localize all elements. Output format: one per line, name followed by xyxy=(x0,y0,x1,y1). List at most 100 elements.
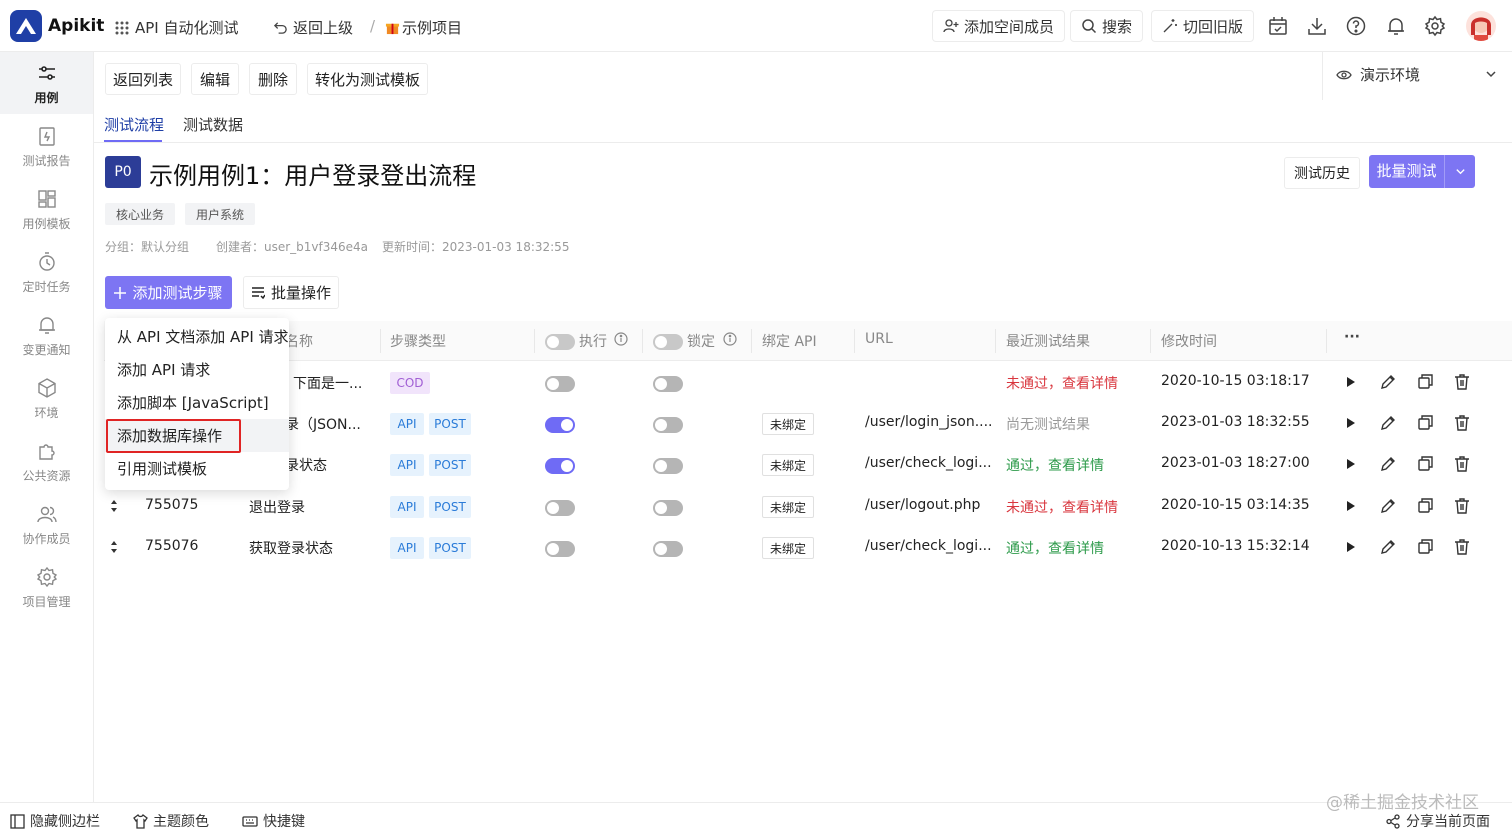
bind-api-badge[interactable]: 未绑定 xyxy=(762,537,814,559)
edit-icon[interactable] xyxy=(1379,455,1397,473)
tab-test-data[interactable]: 测试数据 xyxy=(183,114,243,135)
test-history-button[interactable]: 测试历史 xyxy=(1284,157,1360,189)
edit-icon[interactable] xyxy=(1379,538,1397,556)
batch-test-label[interactable]: 批量测试 xyxy=(1369,155,1445,188)
exec-toggle[interactable] xyxy=(545,458,575,474)
lock-toggle[interactable] xyxy=(653,500,683,516)
sidebar-item-environment[interactable]: 环境 xyxy=(0,367,93,429)
download-icon[interactable] xyxy=(1306,15,1328,37)
trash-icon[interactable] xyxy=(1453,455,1471,473)
user-avatar[interactable] xyxy=(1466,11,1496,41)
exec-toggle[interactable] xyxy=(545,541,575,557)
tag: 用户系统 xyxy=(185,203,255,225)
copy-icon[interactable] xyxy=(1416,538,1434,556)
trash-icon[interactable] xyxy=(1453,414,1471,432)
method-badge: POST xyxy=(429,537,471,559)
menu-item-use-template[interactable]: 引用测试模板 xyxy=(105,452,289,485)
menu-item-add-script[interactable]: 添加脚本 [JavaScript] xyxy=(105,386,289,419)
lock-toggle[interactable] xyxy=(653,376,683,392)
test-result-link[interactable]: 未通过，查看详情 xyxy=(1006,497,1118,517)
run-icon[interactable] xyxy=(1342,373,1360,391)
module-switcher[interactable]: API 自动化测试 xyxy=(115,17,239,38)
exec-toggle[interactable] xyxy=(545,376,575,392)
bind-api-badge[interactable]: 未绑定 xyxy=(762,454,814,476)
run-icon[interactable] xyxy=(1342,497,1360,515)
sidebar-item-project-management[interactable]: 项目管理 xyxy=(0,556,93,618)
sidebar-item-timers[interactable]: 定时任务 xyxy=(0,241,93,303)
delete-button[interactable]: 删除 xyxy=(249,63,297,95)
sidebar-item-cases[interactable]: 用例 xyxy=(0,52,93,114)
menu-item-add-from-doc[interactable]: 从 API 文档添加 API 请求 xyxy=(105,320,289,353)
copy-icon[interactable] xyxy=(1416,497,1434,515)
environment-selector[interactable]: 演示环境 xyxy=(1336,64,1420,85)
back-up-link[interactable]: 返回上级 xyxy=(273,17,353,38)
run-icon[interactable] xyxy=(1342,538,1360,556)
edit-icon[interactable] xyxy=(1379,497,1397,515)
trash-icon[interactable] xyxy=(1453,373,1471,391)
edit-icon[interactable] xyxy=(1379,414,1397,432)
group-meta: 分组：默认分组 xyxy=(105,240,190,254)
calendar-icon[interactable] xyxy=(1267,15,1289,37)
bind-api-badge[interactable]: 未绑定 xyxy=(762,496,814,518)
creator-meta: 创建者：user_b1vf346e4a xyxy=(216,240,369,254)
divider xyxy=(995,329,996,353)
copy-icon[interactable] xyxy=(1416,373,1434,391)
convert-template-button[interactable]: 转化为测试模板 xyxy=(307,63,428,95)
copy-icon[interactable] xyxy=(1416,414,1434,432)
lock-toggle[interactable] xyxy=(653,417,683,433)
lock-toggle[interactable] xyxy=(653,541,683,557)
table-row[interactable]: 755075 退出登录 API POST 未绑定 /user/logout.ph… xyxy=(104,486,1512,527)
step-type-badge: COD xyxy=(390,372,430,394)
copy-icon[interactable] xyxy=(1416,455,1434,473)
theme-color-button[interactable]: 主题颜色 xyxy=(133,811,209,831)
exec-all-toggle[interactable] xyxy=(545,334,575,350)
sidebar-item-public-resources[interactable]: 公共资源 xyxy=(0,430,93,492)
back-to-list-button[interactable]: 返回列表 xyxy=(105,63,181,95)
old-version-button[interactable]: 切回旧版 xyxy=(1151,10,1255,42)
menu-item-add-api-request[interactable]: 添加 API 请求 xyxy=(105,353,289,386)
chevron-down-icon[interactable] xyxy=(1445,166,1475,177)
trash-icon[interactable] xyxy=(1453,497,1471,515)
run-icon[interactable] xyxy=(1342,414,1360,432)
test-result-link[interactable]: 通过，查看详情 xyxy=(1006,455,1104,475)
run-icon[interactable] xyxy=(1342,455,1360,473)
lock-toggle[interactable] xyxy=(653,458,683,474)
bell-icon[interactable] xyxy=(1385,15,1407,37)
add-test-step-button[interactable]: 添加测试步骤 xyxy=(105,276,232,309)
search-button[interactable]: 搜索 xyxy=(1070,10,1144,42)
share-page-button[interactable]: 分享当前页面 xyxy=(1386,811,1490,831)
settings-gear-icon[interactable] xyxy=(1424,15,1446,37)
gear-icon xyxy=(36,566,58,588)
test-result-link[interactable]: 未通过，查看详情 xyxy=(1006,373,1118,393)
test-result-link[interactable]: 通过，查看详情 xyxy=(1006,538,1104,558)
bulk-operation-button[interactable]: 批量操作 xyxy=(243,276,339,309)
exec-toggle[interactable] xyxy=(545,500,575,516)
apikit-logo-icon[interactable] xyxy=(10,10,42,42)
edit-button[interactable]: 编辑 xyxy=(191,63,239,95)
bind-api-badge[interactable]: 未绑定 xyxy=(762,413,814,435)
tab-test-flow[interactable]: 测试流程 xyxy=(104,114,164,135)
sidebar-item-templates[interactable]: 用例模板 xyxy=(0,178,93,240)
add-member-label: 添加空间成员 xyxy=(964,17,1055,36)
breadcrumb-project[interactable]: 示例项目 xyxy=(385,17,462,38)
drag-handle-icon[interactable] xyxy=(110,499,118,513)
table-row[interactable]: 录（JSON... API POST 未绑定 /user/login_json.… xyxy=(104,403,1512,444)
shortcuts-button[interactable]: 快捷键 xyxy=(242,811,305,831)
table-row[interactable]: 755076 获取登录状态 API POST 未绑定 /user/check_l… xyxy=(104,527,1512,568)
table-row[interactable]: 下面是一... COD 未通过，查看详情 2020-10-15 03:18:17 xyxy=(104,362,1512,403)
help-icon[interactable] xyxy=(1345,15,1367,37)
sidebar-item-notifications[interactable]: 变更通知 xyxy=(0,304,93,366)
hide-sidebar-button[interactable]: 隐藏侧边栏 xyxy=(10,811,100,831)
table-row[interactable]: 录状态 API POST 未绑定 /user/check_logi... 通过，… xyxy=(104,444,1512,485)
sidebar-item-members[interactable]: 协作成员 xyxy=(0,493,93,555)
exec-toggle[interactable] xyxy=(545,417,575,433)
batch-test-button[interactable]: 批量测试 xyxy=(1369,155,1475,188)
trash-icon[interactable] xyxy=(1453,538,1471,556)
edit-icon[interactable] xyxy=(1379,373,1397,391)
lock-all-toggle[interactable] xyxy=(653,334,683,350)
add-member-button[interactable]: 添加空间成员 xyxy=(932,10,1066,42)
sidebar-item-reports[interactable]: 测试报告 xyxy=(0,115,93,177)
chevron-down-icon[interactable] xyxy=(1485,68,1497,80)
more-columns-button[interactable]: ··· xyxy=(1344,329,1360,345)
drag-handle-icon[interactable] xyxy=(110,540,118,554)
